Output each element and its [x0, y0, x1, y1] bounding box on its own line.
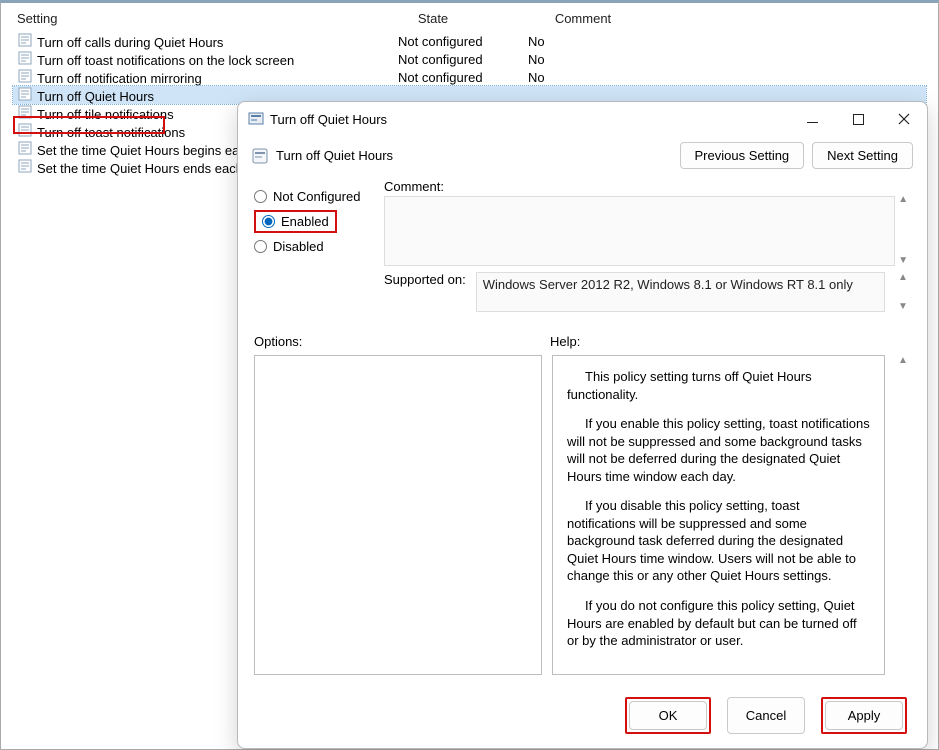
radio-not-configured-label: Not Configured [273, 189, 360, 204]
policy-item-icon [17, 140, 33, 156]
policy-icon [252, 148, 268, 164]
maximize-button[interactable] [835, 103, 881, 135]
radio-enabled-label: Enabled [281, 214, 329, 229]
help-scrollbar[interactable]: ▲ [895, 355, 911, 675]
policy-dialog: Turn off Quiet Hours Turn off Quiet Hour… [237, 101, 928, 749]
supported-scrollbar[interactable]: ▲▼ [895, 272, 911, 312]
radio-disabled[interactable]: Disabled [254, 239, 370, 254]
options-label: Options: [254, 334, 550, 349]
policy-item-icon [17, 68, 33, 84]
highlight-ok: OK [625, 697, 711, 734]
row-name: Turn off notification mirroring [37, 71, 202, 86]
policy-item-icon [17, 50, 33, 66]
policy-item-icon [17, 86, 33, 102]
policy-item-icon [17, 32, 33, 48]
row-name: Turn off toast notifications [37, 125, 185, 140]
grid-header: Setting State Comment [13, 11, 926, 32]
help-p1: This policy setting turns off Quiet Hour… [567, 368, 870, 403]
col-comment[interactable]: Comment [498, 11, 668, 26]
ok-button[interactable]: OK [629, 701, 707, 730]
row-name: Turn off toast notifications on the lock… [37, 53, 294, 68]
row-comment: No [498, 52, 668, 67]
help-label: Help: [550, 334, 580, 349]
policy-row[interactable]: Turn off calls during Quiet Hours Not con… [13, 32, 926, 50]
policy-item-icon [17, 104, 33, 120]
radio-enabled[interactable]: Enabled [262, 214, 329, 229]
close-button[interactable] [881, 103, 927, 135]
cancel-button[interactable]: Cancel [727, 697, 805, 734]
help-p4: If you do not configure this policy sett… [567, 597, 870, 650]
row-comment: No [498, 70, 668, 85]
row-state: Not configured [368, 70, 498, 85]
policy-row[interactable]: Turn off notification mirroring Not confi… [13, 68, 926, 86]
policy-title: Turn off Quiet Hours [276, 148, 393, 163]
row-comment: No [498, 34, 668, 49]
comment-label: Comment: [384, 179, 444, 194]
supported-label: Supported on: [384, 272, 466, 287]
comment-scrollbar[interactable]: ▲▼ [895, 194, 911, 266]
dialog-title: Turn off Quiet Hours [270, 112, 387, 127]
next-setting-button[interactable]: Next Setting [812, 142, 913, 169]
col-setting[interactable]: Setting [13, 11, 368, 26]
radio-not-configured[interactable]: Not Configured [254, 189, 370, 204]
apply-button[interactable]: Apply [825, 701, 903, 730]
policy-item-icon [17, 122, 33, 138]
row-state: Not configured [368, 52, 498, 67]
row-state: Not configured [368, 34, 498, 49]
help-pane: This policy setting turns off Quiet Hour… [552, 355, 885, 675]
highlight-apply: Apply [821, 697, 907, 734]
minimize-button[interactable] [789, 103, 835, 135]
titlebar[interactable]: Turn off Quiet Hours [238, 102, 927, 136]
row-name: Turn off Quiet Hours [37, 89, 154, 104]
row-name: Turn off tile notifications [37, 107, 174, 122]
options-pane [254, 355, 542, 675]
policy-item-icon [17, 158, 33, 174]
help-p3: If you disable this policy setting, toas… [567, 497, 870, 585]
policy-app-icon [248, 111, 264, 127]
radio-disabled-label: Disabled [273, 239, 324, 254]
previous-setting-button[interactable]: Previous Setting [680, 142, 805, 169]
supported-on-text: Windows Server 2012 R2, Windows 8.1 or W… [476, 272, 885, 312]
comment-textarea[interactable] [384, 196, 895, 266]
policy-row[interactable]: Turn off toast notifications on the lock… [13, 50, 926, 68]
help-p2: If you enable this policy setting, toast… [567, 415, 870, 485]
row-name: Turn off calls during Quiet Hours [37, 35, 223, 50]
row-name: Set the time Quiet Hours ends each day [37, 161, 268, 176]
col-state[interactable]: State [368, 11, 498, 26]
